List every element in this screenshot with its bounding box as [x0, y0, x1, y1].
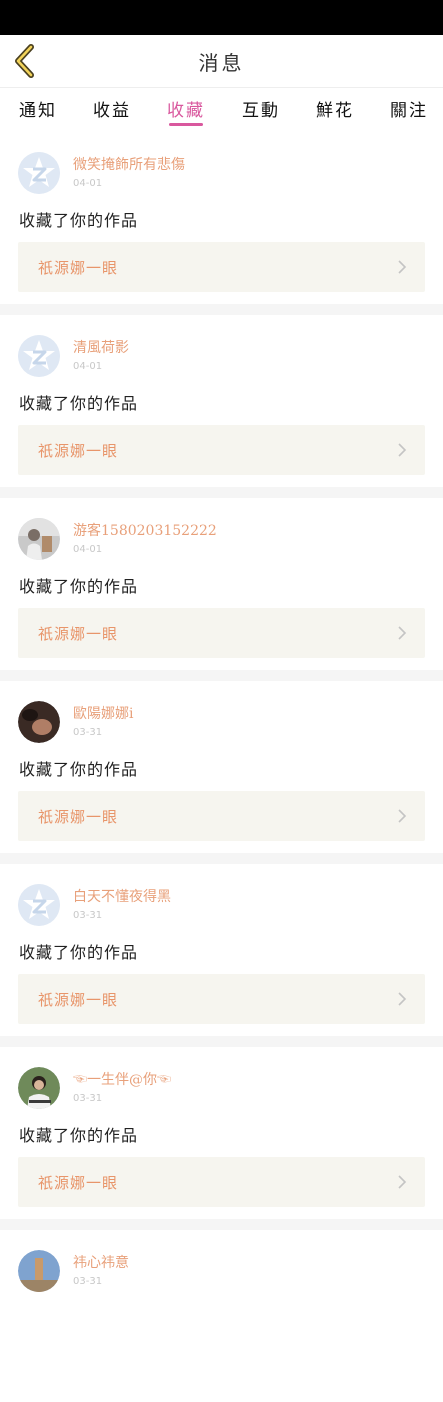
tab-bar: 通知 收益 收藏 互動 鮮花 關注 [0, 87, 443, 133]
user-name[interactable]: 微笑掩飾所有悲傷 [73, 154, 185, 174]
photo-avatar-icon [18, 518, 60, 560]
action-text: 收藏了你的作品 [19, 577, 139, 596]
work-title: 祇源娜一眼 [38, 442, 119, 460]
user-name[interactable]: 白天不懂夜得黑 [73, 886, 171, 906]
chevron-right-icon [398, 626, 407, 640]
message-card: 游客1580203152222 04-01 收藏了你的作品 祇源娜一眼 [0, 498, 443, 670]
photo-avatar-icon [18, 1067, 60, 1109]
message-date: 04-01 [73, 361, 103, 372]
divider [0, 670, 443, 681]
photo-avatar-icon [18, 701, 60, 743]
action-text: 收藏了你的作品 [19, 211, 139, 230]
message-list: 微笑掩飾所有悲傷 04-01 收藏了你的作品 祇源娜一眼 清風荷影 04-01 … [0, 132, 443, 1402]
work-link[interactable]: 祇源娜一眼 [18, 425, 425, 475]
chevron-right-icon [398, 260, 407, 274]
work-link[interactable]: 祇源娜一眼 [18, 1157, 425, 1207]
avatar[interactable] [18, 1067, 60, 1109]
work-title: 祇源娜一眼 [38, 625, 119, 643]
action-text: 收藏了你的作品 [19, 943, 139, 962]
user-name[interactable]: 祎心祎意 [73, 1252, 129, 1272]
user-name[interactable]: 歐陽娜娜i [73, 703, 133, 723]
message-card: 祎心祎意 03-31 [0, 1230, 443, 1402]
divider [0, 487, 443, 498]
chevron-right-icon [398, 992, 407, 1006]
work-link[interactable]: 祇源娜一眼 [18, 608, 425, 658]
chevron-right-icon [398, 809, 407, 823]
photo-avatar-icon [18, 1250, 60, 1292]
avatar[interactable] [18, 152, 60, 194]
default-star-avatar-icon [18, 335, 60, 377]
tab-interactions[interactable]: 互動 [242, 96, 280, 126]
avatar[interactable] [18, 701, 60, 743]
work-title: 祇源娜一眼 [38, 1174, 119, 1192]
status-bar [0, 0, 443, 35]
avatar[interactable] [18, 518, 60, 560]
message-date: 04-01 [73, 544, 103, 555]
default-star-avatar-icon [18, 884, 60, 926]
tab-favorites[interactable]: 收藏 [167, 96, 205, 126]
tab-flowers[interactable]: 鮮花 [316, 96, 354, 126]
chevron-right-icon [398, 1175, 407, 1189]
message-card: 歐陽娜娜i 03-31 收藏了你的作品 祇源娜一眼 [0, 681, 443, 853]
message-card: 清風荷影 04-01 收藏了你的作品 祇源娜一眼 [0, 315, 443, 487]
work-link[interactable]: 祇源娜一眼 [18, 242, 425, 292]
message-card: 微笑掩飾所有悲傷 04-01 收藏了你的作品 祇源娜一眼 [0, 132, 443, 304]
divider [0, 304, 443, 315]
tab-favorites-label: 收藏 [167, 101, 205, 121]
message-card: 白天不懂夜得黑 03-31 收藏了你的作品 祇源娜一眼 [0, 864, 443, 1036]
work-title: 祇源娜一眼 [38, 259, 119, 277]
work-link[interactable]: 祇源娜一眼 [18, 974, 425, 1024]
message-date: 03-31 [73, 1276, 103, 1287]
divider [0, 1219, 443, 1230]
action-text: 收藏了你的作品 [19, 1126, 139, 1145]
user-name[interactable]: ☜一生伴@你☜ [73, 1069, 171, 1089]
message-date: 03-31 [73, 1093, 103, 1104]
message-date: 04-01 [73, 178, 103, 189]
avatar[interactable] [18, 335, 60, 377]
work-title: 祇源娜一眼 [38, 991, 119, 1009]
page-title: 消息 [198, 51, 245, 75]
chevron-right-icon [398, 443, 407, 457]
tab-notifications[interactable]: 通知 [19, 96, 57, 126]
action-text: 收藏了你的作品 [19, 394, 139, 413]
default-star-avatar-icon [18, 152, 60, 194]
message-card: ☜一生伴@你☜ 03-31 收藏了你的作品 祇源娜一眼 [0, 1047, 443, 1219]
user-name[interactable]: 清風荷影 [73, 337, 129, 357]
user-name[interactable]: 游客1580203152222 [73, 520, 217, 540]
work-title: 祇源娜一眼 [38, 808, 119, 826]
tab-follows[interactable]: 關注 [390, 96, 428, 126]
action-text: 收藏了你的作品 [19, 760, 139, 779]
avatar[interactable] [18, 884, 60, 926]
active-tab-indicator [169, 123, 203, 126]
work-link[interactable]: 祇源娜一眼 [18, 791, 425, 841]
message-date: 03-31 [73, 910, 103, 921]
message-date: 03-31 [73, 727, 103, 738]
divider [0, 853, 443, 864]
header: 消息 [0, 35, 443, 87]
avatar[interactable] [18, 1250, 60, 1292]
divider [0, 1036, 443, 1047]
tab-earnings[interactable]: 收益 [93, 96, 131, 126]
